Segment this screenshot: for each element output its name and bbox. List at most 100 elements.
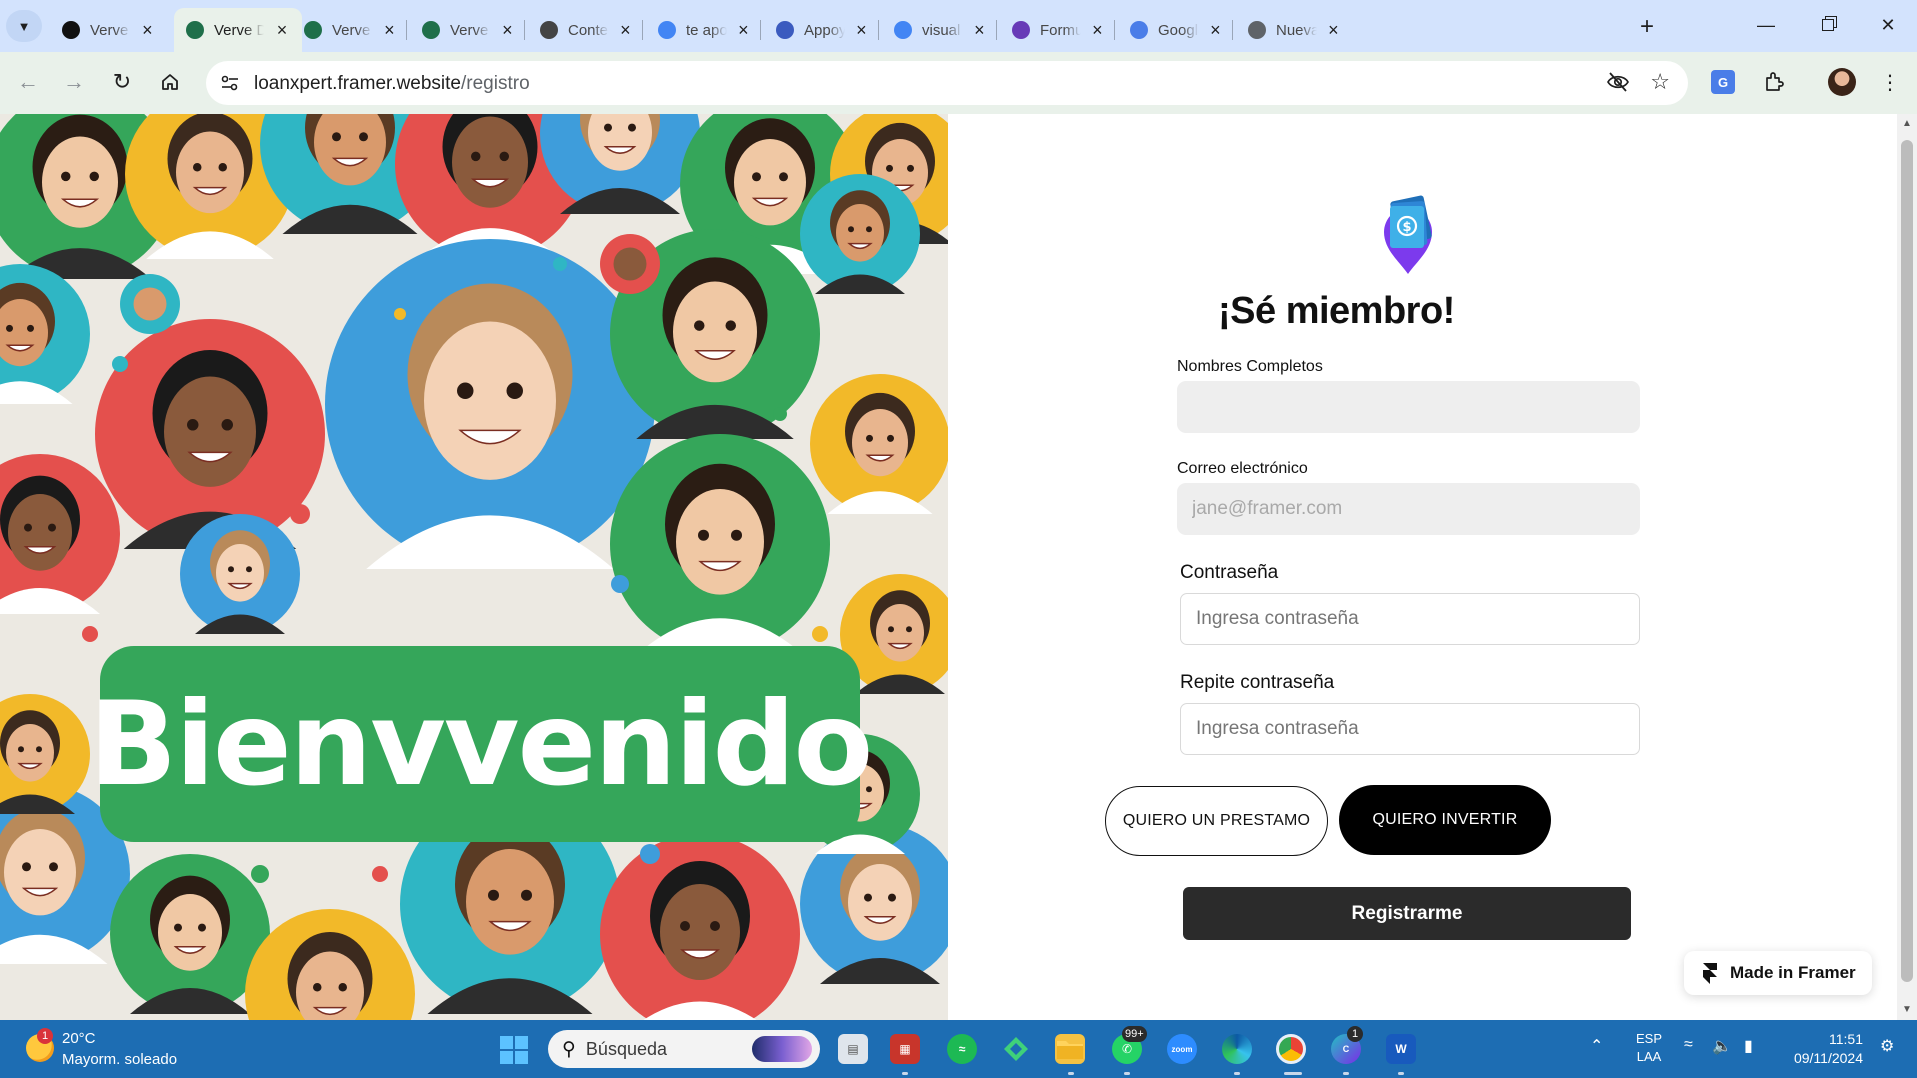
password-input[interactable] bbox=[1180, 593, 1640, 645]
notification-icon[interactable]: ⚙ bbox=[1880, 1036, 1894, 1056]
forms-icon bbox=[1012, 21, 1030, 39]
scroll-down-arrow-icon[interactable]: ▼ bbox=[1902, 1004, 1912, 1015]
decorative-dot bbox=[553, 257, 567, 271]
browser-tab[interactable]: visual s × bbox=[882, 8, 998, 52]
clock-date: 09/11/2024 bbox=[1793, 1050, 1863, 1066]
copilot-diamond-icon[interactable] bbox=[1001, 1034, 1031, 1064]
decorative-dot bbox=[394, 308, 406, 320]
battery-icon[interactable]: ▮ bbox=[1744, 1036, 1753, 1056]
tab-label: Verve D bbox=[450, 21, 491, 39]
volume-icon[interactable]: 🔈 bbox=[1712, 1036, 1732, 1056]
weather-temperature[interactable]: 20°C bbox=[62, 1030, 96, 1047]
close-tab-icon[interactable]: × bbox=[1091, 20, 1104, 41]
invest-choice-button[interactable]: QUIERO INVERTIR bbox=[1339, 785, 1551, 855]
chrome-icon[interactable] bbox=[1276, 1034, 1306, 1064]
browser-menu-icon[interactable]: ⋮ bbox=[1876, 68, 1904, 96]
url-host: loanxpert.framer.website bbox=[254, 73, 461, 94]
tab-label: visual s bbox=[922, 21, 963, 39]
email-input[interactable] bbox=[1177, 483, 1640, 535]
money-pin-icon: $ bbox=[1384, 195, 1432, 274]
browser-tab[interactable]: Nueva p × bbox=[1236, 8, 1352, 52]
site-info-icon[interactable] bbox=[220, 73, 240, 93]
loan-choice-button[interactable]: QUIERO UN PRESTAMO bbox=[1105, 786, 1328, 856]
appoyi-icon bbox=[776, 21, 794, 39]
weather-badge: 1 bbox=[37, 1028, 53, 1044]
browser-tab[interactable]: Verve D × bbox=[410, 8, 526, 52]
close-tab-icon[interactable]: × bbox=[973, 20, 986, 41]
close-tab-icon[interactable]: × bbox=[141, 20, 154, 41]
profile-avatar[interactable] bbox=[1828, 68, 1856, 96]
edge-icon[interactable] bbox=[1222, 1034, 1252, 1064]
address-bar[interactable]: loanxpert.framer.website/registro ☆ bbox=[206, 61, 1688, 105]
restore-button[interactable] bbox=[1806, 10, 1850, 40]
file-explorer-icon[interactable] bbox=[1055, 1034, 1085, 1064]
system-clock[interactable]: 11:51 09/11/2024 bbox=[1785, 1030, 1863, 1068]
windows-start-button[interactable] bbox=[500, 1036, 528, 1064]
minimize-button[interactable]: — bbox=[1744, 10, 1788, 40]
language-code: ESP bbox=[1636, 1031, 1663, 1046]
close-window-button[interactable]: ✕ bbox=[1866, 10, 1910, 40]
input-language[interactable]: ESP LAA bbox=[1636, 1030, 1662, 1066]
weather-description[interactable]: Mayorm. soleado bbox=[62, 1051, 177, 1068]
page-scrollbar[interactable]: ▲ ▼ bbox=[1897, 114, 1917, 1020]
full-name-input[interactable] bbox=[1177, 381, 1640, 433]
google-translate-extension-icon[interactable]: G bbox=[1711, 70, 1735, 94]
reload-button[interactable]: ↻ bbox=[106, 66, 138, 98]
forward-button[interactable]: → bbox=[58, 66, 90, 98]
browser-tab[interactable]: Appoyi × bbox=[764, 8, 880, 52]
password-label: Contraseña bbox=[1180, 562, 1279, 583]
decorative-dot bbox=[82, 626, 98, 642]
page-viewport: Bienvvenido $ ¡Sé miembro! Nombres Compl… bbox=[0, 114, 1917, 1020]
avatar-portrait bbox=[245, 909, 415, 1020]
spotify-icon[interactable]: ≈ bbox=[947, 1034, 977, 1064]
decorative-dot bbox=[112, 356, 128, 372]
word-icon[interactable]: W bbox=[1386, 1034, 1416, 1064]
tab-search-button[interactable]: ▼ bbox=[6, 10, 42, 42]
browser-tab[interactable]: Formula × bbox=[1000, 8, 1116, 52]
tab-label: Verve (c bbox=[90, 21, 131, 39]
scroll-up-arrow-icon[interactable]: ▲ bbox=[1902, 118, 1912, 129]
tab-label: Google bbox=[1158, 21, 1199, 39]
new-tab-button[interactable]: + bbox=[1632, 12, 1662, 42]
close-tab-icon[interactable]: × bbox=[619, 20, 632, 41]
close-tab-icon[interactable]: × bbox=[1327, 20, 1340, 41]
running-indicator bbox=[1234, 1072, 1240, 1075]
home-button[interactable] bbox=[154, 66, 186, 98]
browser-tab[interactable]: Conten × bbox=[528, 8, 644, 52]
tab-label: Formula bbox=[1040, 21, 1081, 39]
browser-tab[interactable]: te apoy × bbox=[646, 8, 762, 52]
browser-tab[interactable]: Verve (c × bbox=[50, 8, 166, 52]
show-hidden-icons-chevron-icon[interactable]: ⌃ bbox=[1590, 1036, 1603, 1056]
close-tab-icon[interactable]: × bbox=[501, 20, 514, 41]
tab-separator bbox=[1114, 20, 1115, 40]
wifi-icon[interactable]: ≈ bbox=[1684, 1036, 1693, 1054]
close-tab-icon[interactable]: × bbox=[274, 20, 290, 41]
close-tab-icon[interactable]: × bbox=[855, 20, 868, 41]
eye-off-icon[interactable] bbox=[1606, 71, 1630, 99]
made-in-framer-label: Made in Framer bbox=[1730, 963, 1856, 982]
back-button[interactable]: ← bbox=[12, 66, 44, 98]
bookmark-star-icon[interactable]: ☆ bbox=[1650, 69, 1670, 95]
browser-tab[interactable]: Verve D × bbox=[174, 8, 302, 52]
avatar-portrait bbox=[610, 434, 830, 654]
zoom-icon[interactable]: zoom bbox=[1167, 1034, 1197, 1064]
avatar-portrait bbox=[810, 374, 948, 514]
made-in-framer-badge[interactable]: Made in Framer bbox=[1684, 951, 1872, 995]
welcome-banner-text: Bienvvenido bbox=[89, 677, 871, 812]
browser-tab[interactable]: Verve D × bbox=[292, 8, 408, 52]
taskbar-search[interactable]: ⚲ Búsqueda bbox=[548, 1030, 820, 1068]
close-tab-icon[interactable]: × bbox=[383, 20, 396, 41]
close-tab-icon[interactable]: × bbox=[737, 20, 750, 41]
avatar-portrait bbox=[0, 264, 90, 404]
register-button[interactable]: Registrarme bbox=[1183, 887, 1631, 940]
scroll-thumb[interactable] bbox=[1901, 140, 1913, 982]
task-view-icon[interactable]: ▤ bbox=[838, 1034, 868, 1064]
full-name-label: Nombres Completos bbox=[1177, 358, 1323, 375]
search-icon: ⚲ bbox=[562, 1038, 576, 1060]
password-repeat-input[interactable] bbox=[1180, 703, 1640, 755]
browser-tab[interactable]: Google × bbox=[1118, 8, 1234, 52]
store-icon[interactable]: ▦ bbox=[890, 1034, 920, 1064]
close-tab-icon[interactable]: × bbox=[1209, 20, 1222, 41]
extensions-icon[interactable] bbox=[1760, 68, 1788, 96]
home-icon bbox=[162, 74, 178, 90]
